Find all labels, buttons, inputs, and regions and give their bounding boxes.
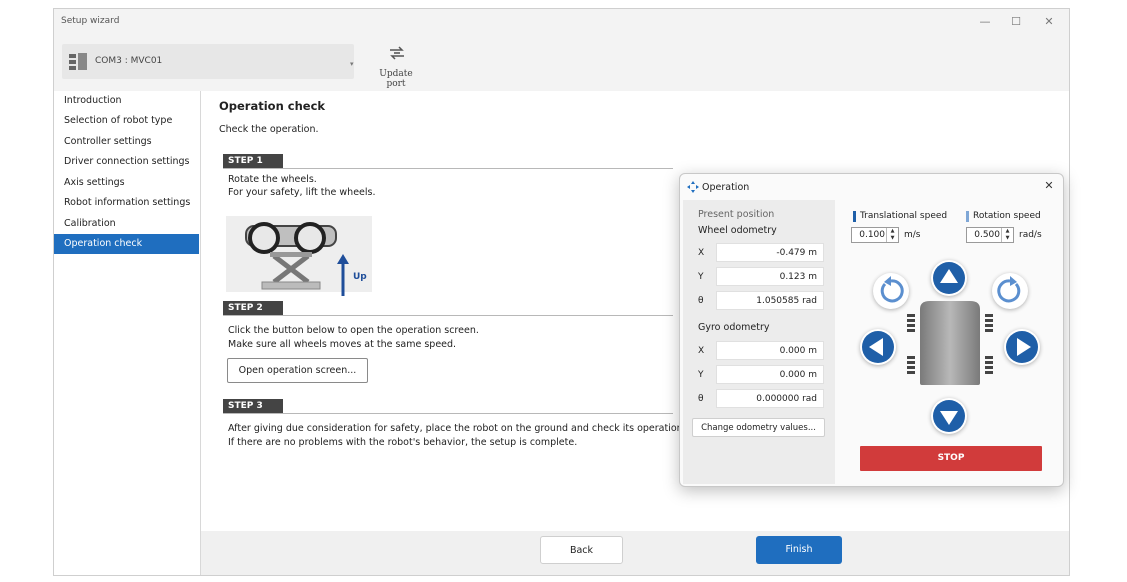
rotate-ccw-icon <box>880 276 904 303</box>
gyro-x-label: X <box>698 346 705 356</box>
step3-line1: After giving due consideration for safet… <box>228 423 686 434</box>
update-port-button[interactable]: Update port <box>369 42 423 89</box>
maximize-button[interactable]: ☐ <box>1005 13 1027 31</box>
port-label: COM3 : MVC01 <box>95 56 163 66</box>
arrow-down-icon <box>933 400 965 432</box>
step1-tag: STEP 1 <box>223 154 283 168</box>
sidebar-item-controller-settings[interactable]: Controller settings <box>54 132 199 152</box>
gyro-theta-value: 0.000000 rad <box>716 389 824 408</box>
wheel-y-label: Y <box>698 272 704 282</box>
chevron-down-icon: ▾ <box>350 60 354 68</box>
refresh-port-icon <box>390 46 404 60</box>
toolbar: COM3 : MVC01 ▾ Update port <box>54 35 1069 91</box>
robot-top-view <box>907 301 993 385</box>
page-description: Check the operation. <box>219 124 319 135</box>
rotation-speed-input[interactable]: 0.500 ▲ ▼ <box>966 227 1014 243</box>
sidebar-item-robot-information[interactable]: Robot information settings <box>54 193 199 213</box>
wheel-x-label: X <box>698 248 705 258</box>
move-arrows-icon <box>687 181 699 193</box>
robot-on-jack-icon <box>226 222 372 302</box>
step3-tag: STEP 3 <box>223 399 283 413</box>
sidebar-item-operation-check[interactable]: Operation check <box>54 234 199 254</box>
forward-button[interactable] <box>931 260 967 296</box>
step3-header: STEP 3 <box>223 399 673 414</box>
right-button[interactable] <box>1004 329 1040 365</box>
sidebar-item-robot-type[interactable]: Selection of robot type <box>54 111 199 131</box>
wheel-y-value: 0.123 m <box>716 267 824 286</box>
wheel-theta-label: θ <box>698 296 704 306</box>
open-operation-screen-button[interactable]: Open operation screen... <box>227 358 368 383</box>
rotation-marker <box>966 211 969 222</box>
rotation-speed-value: 0.500 <box>974 230 1000 240</box>
finish-button[interactable]: Finish <box>756 536 842 564</box>
step3-line2: If there are no problems with the robot'… <box>228 437 578 448</box>
operation-dialog: Operation ✕ Present position Wheel odome… <box>679 173 1064 487</box>
translational-speed-input[interactable]: 0.100 ▲ ▼ <box>851 227 899 243</box>
page-title: Operation check <box>219 99 326 113</box>
step2-line2: Make sure all wheels moves at the same s… <box>228 339 457 350</box>
step2-header: STEP 2 <box>223 301 673 316</box>
gyro-theta-label: θ <box>698 394 704 404</box>
stop-button[interactable]: STOP <box>860 446 1042 471</box>
minimize-button[interactable]: — <box>974 13 996 31</box>
sidebar-item-driver-connection[interactable]: Driver connection settings <box>54 152 199 172</box>
spin-arrows-icon[interactable]: ▲ ▼ <box>1001 228 1013 242</box>
left-button[interactable] <box>860 329 896 365</box>
gyro-y-value: 0.000 m <box>716 365 824 384</box>
translational-speed-label: Translational speed <box>860 211 948 221</box>
step1-line2: For your safety, lift the wheels. <box>228 187 376 198</box>
update-port-label: Update port <box>379 69 413 89</box>
sidebar-item-calibration[interactable]: Calibration <box>54 214 199 234</box>
title-bar: Setup wizard — ☐ ✕ <box>54 9 1069 35</box>
lift-wheels-illustration: Up <box>226 216 372 302</box>
rotate-cw-icon <box>997 276 1021 303</box>
change-odometry-button[interactable]: Change odometry values... <box>692 418 825 437</box>
sidebar-item-introduction[interactable]: Introduction <box>54 91 199 111</box>
step1-line1: Rotate the wheels. <box>228 174 317 185</box>
step1-header: STEP 1 <box>223 154 673 169</box>
present-position-label: Present position <box>698 209 775 220</box>
spin-arrows-icon[interactable]: ▲ ▼ <box>886 228 898 242</box>
position-panel: Present position Wheel odometry X -0.479… <box>683 200 835 484</box>
up-label: Up <box>353 272 367 282</box>
translational-speed-value: 0.100 <box>859 230 885 240</box>
step2-line1: Click the button below to open the opera… <box>228 325 479 336</box>
wheel-x-value: -0.479 m <box>716 243 824 262</box>
arrow-up-icon <box>933 262 965 294</box>
backward-button[interactable] <box>931 398 967 434</box>
gyro-x-value: 0.000 m <box>716 341 824 360</box>
rotate-right-button[interactable] <box>992 273 1028 309</box>
back-button[interactable]: Back <box>540 536 623 564</box>
close-dialog-button[interactable]: ✕ <box>1041 179 1057 192</box>
rotation-speed-label: Rotation speed <box>973 211 1041 221</box>
rotation-unit: rad/s <box>1019 230 1042 240</box>
footer: Back Finish <box>201 531 1069 575</box>
translational-marker <box>853 211 856 222</box>
gyro-odometry-label: Gyro odometry <box>698 322 770 333</box>
wheel-theta-value: 1.050585 rad <box>716 291 824 310</box>
step2-tag: STEP 2 <box>223 301 283 315</box>
arrow-right-icon <box>1006 331 1038 363</box>
arrow-left-icon <box>862 331 894 363</box>
sidebar: Introduction Selection of robot type Con… <box>54 91 201 575</box>
wheel-odometry-label: Wheel odometry <box>698 225 777 236</box>
translational-unit: m/s <box>904 230 921 240</box>
serial-port-icon <box>69 53 87 70</box>
rotate-left-button[interactable] <box>873 273 909 309</box>
port-select[interactable]: COM3 : MVC01 ▾ <box>62 44 354 79</box>
operation-title: Operation <box>702 182 750 193</box>
sidebar-item-axis-settings[interactable]: Axis settings <box>54 173 199 193</box>
window-title: Setup wizard <box>61 16 120 26</box>
close-window-button[interactable]: ✕ <box>1038 13 1060 31</box>
gyro-y-label: Y <box>698 370 704 380</box>
